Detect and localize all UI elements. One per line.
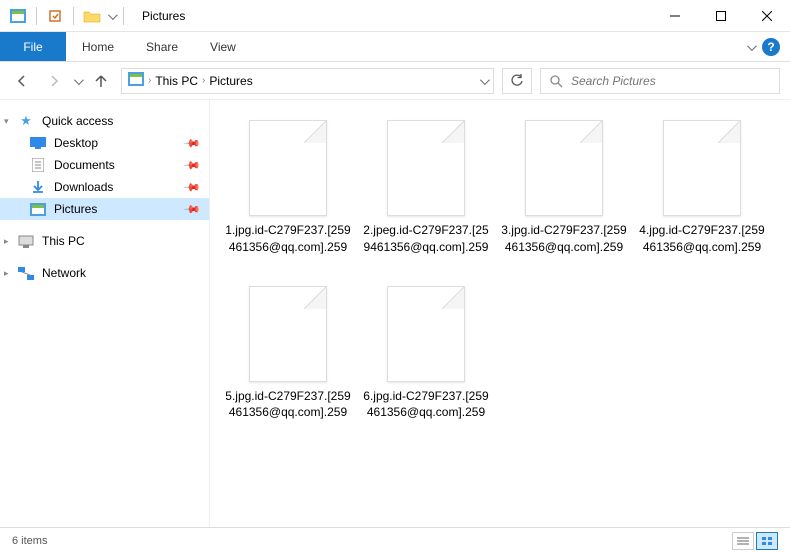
- details-view-button[interactable]: [732, 532, 754, 550]
- quick-access-toolbar: Pictures: [0, 6, 185, 26]
- file-item[interactable]: 5.jpg.id-C279F237.[259461356@qq.com].259: [224, 286, 352, 422]
- desktop-icon: [30, 135, 46, 151]
- star-icon: ★: [18, 113, 34, 129]
- breadcrumb-item[interactable]: Pictures: [209, 74, 252, 88]
- file-pane[interactable]: 1.jpg.id-C279F237.[259461356@qq.com].259…: [210, 100, 790, 527]
- file-thumbnail: [663, 120, 741, 216]
- breadcrumb[interactable]: › This PC › Pictures: [121, 68, 494, 94]
- maximize-button[interactable]: [698, 0, 744, 32]
- network-icon: [18, 265, 34, 281]
- help-button[interactable]: ?: [762, 38, 780, 56]
- qat-dropdown-icon[interactable]: [108, 7, 115, 25]
- sidebar-item-label: Network: [42, 266, 86, 280]
- pin-icon: 📌: [183, 156, 202, 175]
- sidebar-item-label: Downloads: [54, 180, 113, 194]
- app-icon: [8, 6, 28, 26]
- downloads-icon: [30, 179, 46, 195]
- breadcrumb-item[interactable]: This PC: [155, 74, 198, 88]
- sidebar-item-label: Documents: [54, 158, 115, 172]
- sidebar-item-downloads[interactable]: Downloads 📌: [0, 176, 209, 198]
- sidebar-item-label: Desktop: [54, 136, 98, 150]
- search-icon: [549, 74, 563, 88]
- file-name: 6.jpg.id-C279F237.[259461356@qq.com].259: [362, 388, 490, 422]
- documents-icon: [30, 157, 46, 173]
- file-item[interactable]: 6.jpg.id-C279F237.[259461356@qq.com].259: [362, 286, 490, 422]
- view-switcher: [732, 532, 778, 550]
- tab-view[interactable]: View: [194, 32, 252, 61]
- pictures-bc-icon: [128, 72, 144, 89]
- chevron-right-icon[interactable]: ›: [202, 75, 205, 86]
- file-item[interactable]: 2.jpeg.id-C279F237.[259461356@qq.com].25…: [362, 120, 490, 256]
- sidebar-item-label: Quick access: [42, 114, 113, 128]
- sidebar-item-desktop[interactable]: Desktop 📌: [0, 132, 209, 154]
- folder-icon[interactable]: [82, 6, 102, 26]
- file-thumbnail: [525, 120, 603, 216]
- sidebar-item-documents[interactable]: Documents 📌: [0, 154, 209, 176]
- chevron-down-icon[interactable]: ▾: [4, 116, 9, 127]
- pin-icon: 📌: [183, 178, 202, 197]
- content-area: ▾ ★ Quick access Desktop 📌 Documents 📌 D…: [0, 100, 790, 527]
- file-name: 3.jpg.id-C279F237.[259461356@qq.com].259: [500, 222, 628, 256]
- up-button[interactable]: [89, 69, 113, 93]
- chevron-right-icon[interactable]: ›: [148, 75, 151, 86]
- window-title: Pictures: [142, 9, 185, 23]
- pin-icon: 📌: [183, 134, 202, 153]
- tab-share[interactable]: Share: [130, 32, 194, 61]
- chevron-down-icon[interactable]: [480, 74, 487, 88]
- recent-dropdown-icon[interactable]: [74, 72, 81, 90]
- sidebar-network[interactable]: ▸ Network: [0, 262, 209, 284]
- ribbon-expand-icon[interactable]: [747, 38, 754, 56]
- file-item[interactable]: 1.jpg.id-C279F237.[259461356@qq.com].259: [224, 120, 352, 256]
- search-input[interactable]: [571, 74, 771, 88]
- addressbar: › This PC › Pictures: [0, 62, 790, 100]
- sidebar-this-pc[interactable]: ▸ This PC: [0, 230, 209, 252]
- search-box[interactable]: [540, 68, 780, 94]
- pictures-icon: [30, 201, 46, 217]
- titlebar: Pictures: [0, 0, 790, 32]
- close-button[interactable]: [744, 0, 790, 32]
- file-thumbnail: [249, 120, 327, 216]
- ribbon: File Home Share View ?: [0, 32, 790, 62]
- file-thumbnail: [387, 120, 465, 216]
- pin-icon: 📌: [183, 200, 202, 219]
- file-name: 2.jpeg.id-C279F237.[259461356@qq.com].25…: [362, 222, 490, 256]
- sidebar-item-pictures[interactable]: Pictures 📌: [0, 198, 209, 220]
- minimize-button[interactable]: [652, 0, 698, 32]
- file-item[interactable]: 4.jpg.id-C279F237.[259461356@qq.com].259: [638, 120, 766, 256]
- file-name: 4.jpg.id-C279F237.[259461356@qq.com].259: [638, 222, 766, 256]
- sidebar-item-label: Pictures: [54, 202, 97, 216]
- sidebar-quick-access[interactable]: ▾ ★ Quick access: [0, 110, 209, 132]
- window-controls: [652, 0, 790, 32]
- file-item[interactable]: 3.jpg.id-C279F237.[259461356@qq.com].259: [500, 120, 628, 256]
- chevron-right-icon[interactable]: ▸: [4, 236, 9, 247]
- chevron-right-icon[interactable]: ▸: [4, 268, 9, 279]
- statusbar: 6 items: [0, 527, 790, 553]
- back-button[interactable]: [10, 69, 34, 93]
- item-count: 6 items: [12, 535, 47, 547]
- file-thumbnail: [387, 286, 465, 382]
- file-name: 1.jpg.id-C279F237.[259461356@qq.com].259: [224, 222, 352, 256]
- icons-view-button[interactable]: [756, 532, 778, 550]
- file-thumbnail: [249, 286, 327, 382]
- navigation-pane: ▾ ★ Quick access Desktop 📌 Documents 📌 D…: [0, 100, 210, 527]
- computer-icon: [18, 233, 34, 249]
- properties-icon[interactable]: [45, 6, 65, 26]
- file-name: 5.jpg.id-C279F237.[259461356@qq.com].259: [224, 388, 352, 422]
- refresh-button[interactable]: [502, 68, 532, 94]
- forward-button[interactable]: [42, 69, 66, 93]
- file-tab[interactable]: File: [0, 32, 66, 61]
- tab-home[interactable]: Home: [66, 32, 130, 61]
- sidebar-item-label: This PC: [42, 234, 85, 248]
